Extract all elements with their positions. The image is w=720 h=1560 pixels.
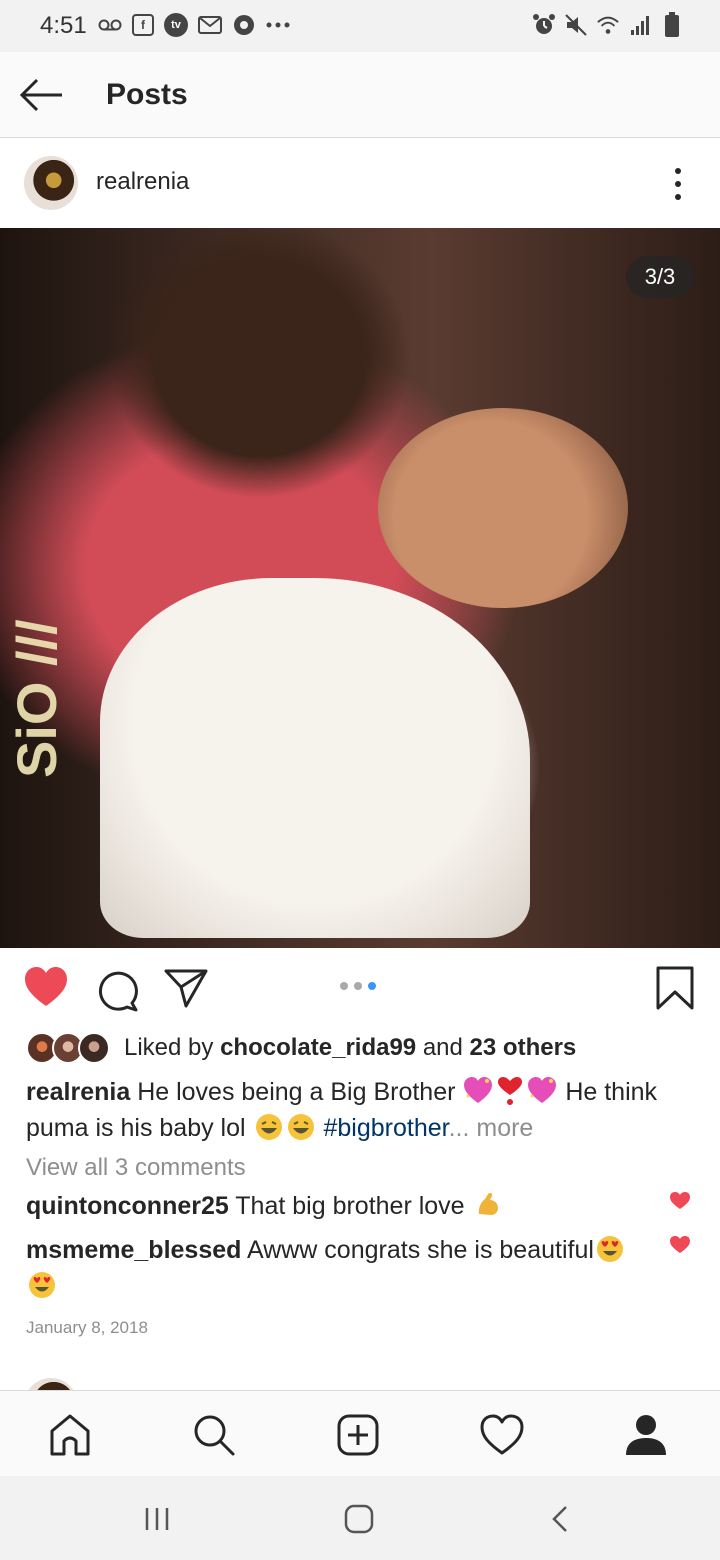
back-icon[interactable]	[540, 1504, 580, 1534]
status-time: 4:51	[40, 12, 87, 39]
sparkling-heart-emoji	[464, 1077, 493, 1103]
comment-like-heart-icon[interactable]	[670, 1192, 690, 1210]
likes-text[interactable]: Liked by chocolate_rida99 and 23 others	[124, 1034, 576, 1062]
caption-ellipsis: ...	[448, 1114, 470, 1142]
image-counter-badge: 3/3	[626, 256, 694, 298]
tv-icon: tv	[164, 13, 188, 37]
carousel-dot	[340, 982, 348, 990]
activity-heart-icon[interactable]	[480, 1413, 524, 1457]
app-header: Posts	[0, 52, 720, 138]
voicemail-icon	[98, 12, 122, 38]
recent-apps-icon[interactable]	[138, 1504, 178, 1534]
liker-avatars	[26, 1032, 112, 1064]
comment-username[interactable]: msmeme_blessed	[26, 1236, 241, 1264]
back-arrow-icon[interactable]	[20, 78, 64, 112]
more-options-icon[interactable]	[672, 168, 684, 200]
bottom-nav	[0, 1390, 720, 1476]
post-caption: realrenia He loves being a Big Brother H…	[26, 1074, 706, 1146]
comment-text: Awww congrats she is beautiful	[241, 1236, 594, 1264]
post-header: realrenia	[0, 138, 720, 228]
caption-username[interactable]: realrenia	[26, 1078, 130, 1106]
status-bar: 4:51 f tv	[0, 0, 720, 52]
facebook-icon: f	[132, 14, 154, 36]
page-title: Posts	[106, 78, 188, 111]
hashtag-link[interactable]: #bigbrother	[323, 1114, 448, 1142]
flexed-biceps-emoji	[478, 1192, 498, 1215]
laughing-emoji	[287, 1114, 314, 1140]
more-link[interactable]: more	[469, 1114, 533, 1142]
sparkling-heart-emoji	[528, 1077, 557, 1103]
bookmark-icon[interactable]	[656, 966, 694, 1010]
alarm-icon	[532, 12, 556, 38]
avatar	[78, 1032, 110, 1064]
avatar[interactable]	[24, 156, 78, 210]
gmail-icon	[198, 12, 222, 38]
liker-username[interactable]: chocolate_rida99	[220, 1034, 416, 1061]
like-heart-icon[interactable]	[24, 966, 68, 1008]
post-photo[interactable]: SiO /// 3/3	[0, 228, 720, 948]
add-post-icon[interactable]	[336, 1413, 380, 1457]
search-icon[interactable]	[192, 1413, 236, 1457]
carousel-indicator	[340, 982, 376, 990]
photo-region-blanket	[100, 578, 530, 938]
signal-icon	[628, 12, 652, 38]
home-button-icon[interactable]	[340, 1504, 380, 1534]
comment: quintonconner25 That big brother love	[26, 1188, 666, 1224]
comment-like-heart-icon[interactable]	[670, 1236, 690, 1254]
system-nav-bar	[0, 1476, 720, 1560]
heart-eyes-emoji	[29, 1272, 55, 1298]
laughing-emoji	[255, 1114, 282, 1140]
more-dots-icon	[266, 12, 290, 38]
notification-icons: f tv	[98, 12, 290, 38]
home-icon[interactable]	[48, 1413, 92, 1457]
photo-shirt-print: SiO ///	[5, 619, 68, 778]
chrome-icon	[232, 12, 256, 38]
likes-others[interactable]: 23 others	[470, 1034, 577, 1061]
post-username[interactable]: realrenia	[96, 168, 189, 196]
photo-region-baby	[378, 408, 628, 608]
heart-eyes-emoji	[596, 1236, 623, 1262]
wifi-icon	[596, 12, 620, 38]
post-actions	[0, 948, 720, 1028]
comment-text: That big brother love	[228, 1192, 472, 1220]
battery-icon	[660, 12, 684, 38]
carousel-dot-active	[368, 982, 376, 990]
carousel-dot	[354, 982, 362, 990]
heart-exclamation-emoji	[498, 1077, 523, 1105]
comment: msmeme_blessed Awww congrats she is beau…	[26, 1232, 666, 1304]
caption-text: He loves being a Big Brother	[130, 1078, 463, 1106]
post-date: January 8, 2018	[26, 1318, 148, 1337]
likes-row[interactable]: Liked by chocolate_rida99 and 23 others	[26, 1030, 706, 1066]
mute-icon	[564, 12, 588, 38]
comment-icon[interactable]	[96, 970, 138, 1012]
share-icon[interactable]	[164, 968, 208, 1008]
profile-icon[interactable]	[624, 1413, 668, 1457]
view-all-comments-link[interactable]: View all 3 comments	[26, 1154, 246, 1182]
system-status-icons	[532, 12, 684, 38]
comment-username[interactable]: quintonconner25	[26, 1192, 229, 1220]
